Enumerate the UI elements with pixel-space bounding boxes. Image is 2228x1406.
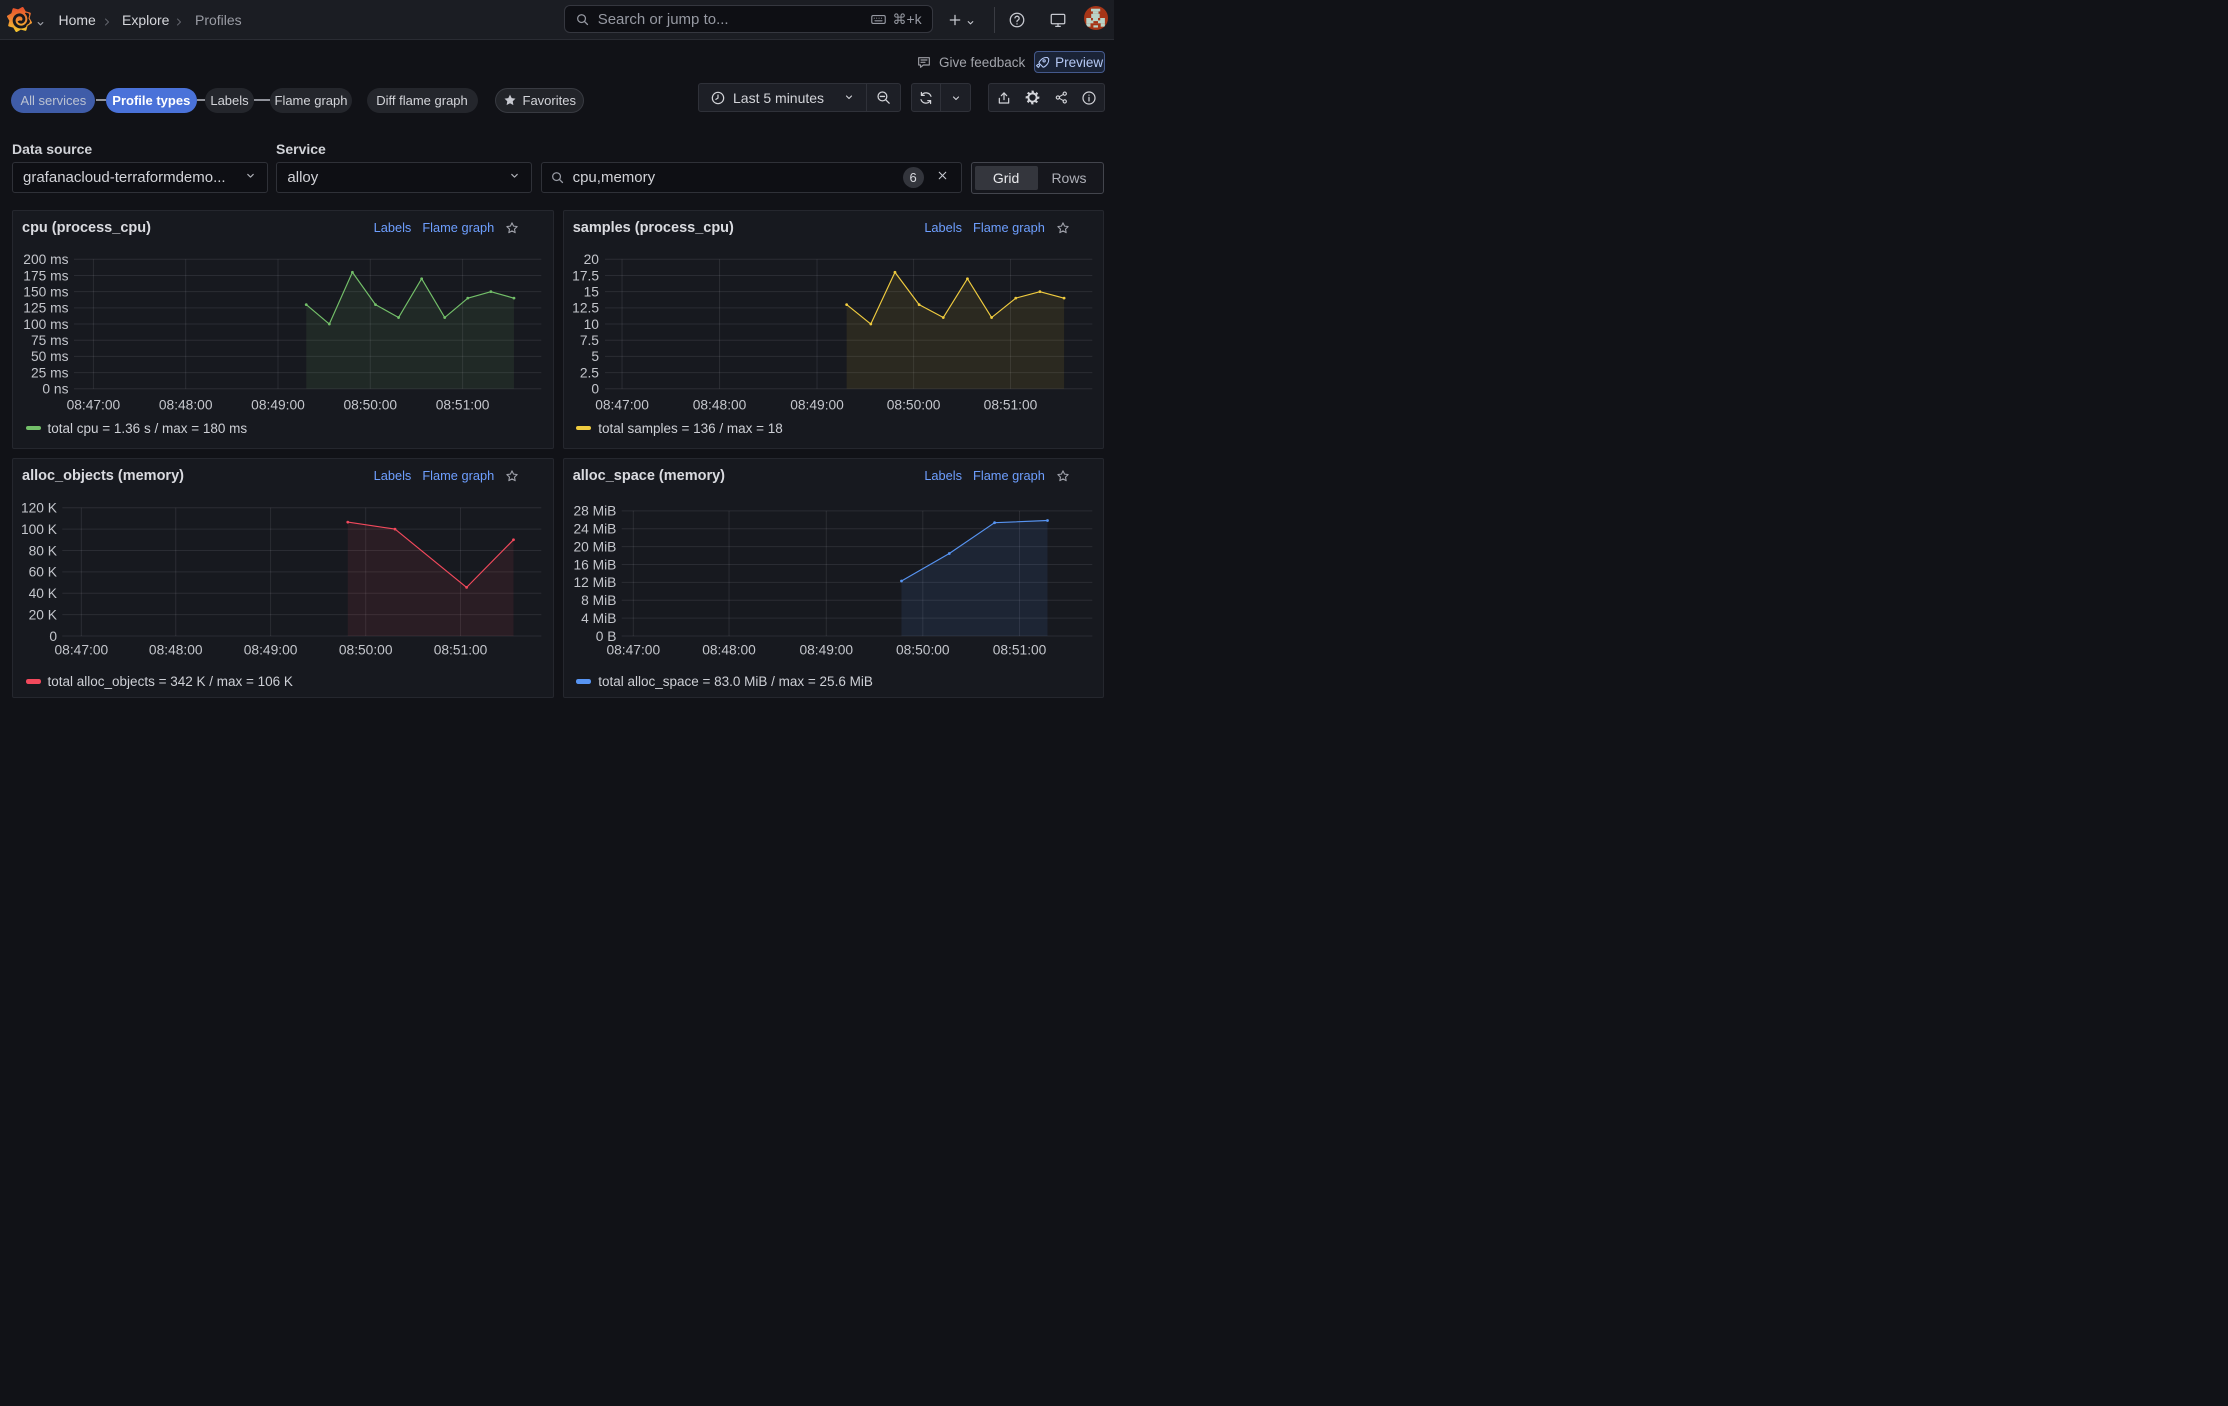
svg-text:08:47:00: 08:47:00: [67, 398, 121, 413]
svg-text:120 K: 120 K: [21, 501, 58, 516]
svg-text:20: 20: [583, 252, 599, 267]
svg-text:50 ms: 50 ms: [31, 349, 69, 364]
svg-text:7.5: 7.5: [580, 333, 599, 348]
svg-text:150 ms: 150 ms: [23, 284, 68, 299]
svg-text:24 MiB: 24 MiB: [573, 522, 616, 537]
svg-text:08:49:00: 08:49:00: [244, 643, 298, 658]
svg-text:4 MiB: 4 MiB: [581, 611, 616, 626]
svg-text:08:50:00: 08:50:00: [343, 398, 397, 413]
svg-text:12 MiB: 12 MiB: [573, 575, 616, 590]
svg-text:40 K: 40 K: [29, 586, 58, 601]
svg-text:5: 5: [591, 349, 599, 364]
svg-text:08:48:00: 08:48:00: [149, 643, 203, 658]
svg-text:20 MiB: 20 MiB: [573, 539, 616, 554]
svg-text:08:51:00: 08:51:00: [983, 398, 1037, 413]
svg-text:17.5: 17.5: [572, 268, 599, 283]
svg-text:12.5: 12.5: [572, 301, 599, 316]
svg-text:175 ms: 175 ms: [23, 268, 68, 283]
svg-text:15: 15: [583, 284, 599, 299]
svg-text:0: 0: [591, 382, 599, 397]
svg-text:08:49:00: 08:49:00: [790, 398, 844, 413]
svg-text:80 K: 80 K: [29, 543, 58, 558]
svg-text:08:47:00: 08:47:00: [595, 398, 649, 413]
svg-text:16 MiB: 16 MiB: [573, 557, 616, 572]
svg-text:2.5: 2.5: [580, 365, 599, 380]
svg-text:28 MiB: 28 MiB: [573, 504, 616, 519]
svg-text:08:51:00: 08:51:00: [436, 398, 490, 413]
svg-text:25 ms: 25 ms: [31, 365, 69, 380]
svg-text:08:49:00: 08:49:00: [799, 643, 853, 658]
svg-text:0: 0: [49, 629, 57, 644]
svg-text:08:48:00: 08:48:00: [702, 643, 756, 658]
svg-text:08:51:00: 08:51:00: [992, 643, 1046, 658]
svg-text:100 K: 100 K: [21, 522, 58, 537]
svg-text:200 ms: 200 ms: [23, 252, 68, 267]
svg-text:08:47:00: 08:47:00: [606, 643, 660, 658]
svg-text:08:48:00: 08:48:00: [159, 398, 213, 413]
svg-text:08:47:00: 08:47:00: [55, 643, 109, 658]
svg-text:100 ms: 100 ms: [23, 317, 68, 332]
svg-text:8 MiB: 8 MiB: [581, 593, 616, 608]
svg-text:75 ms: 75 ms: [31, 333, 69, 348]
svg-text:0 B: 0 B: [595, 629, 616, 644]
svg-text:08:48:00: 08:48:00: [692, 398, 746, 413]
svg-text:08:50:00: 08:50:00: [896, 643, 950, 658]
svg-text:20 K: 20 K: [29, 607, 58, 622]
svg-text:08:50:00: 08:50:00: [886, 398, 940, 413]
svg-text:0 ns: 0 ns: [42, 382, 68, 397]
svg-text:125 ms: 125 ms: [23, 301, 68, 316]
svg-text:08:49:00: 08:49:00: [251, 398, 305, 413]
svg-text:60 K: 60 K: [29, 565, 58, 580]
svg-text:08:50:00: 08:50:00: [339, 643, 393, 658]
svg-text:08:51:00: 08:51:00: [434, 643, 488, 658]
svg-text:10: 10: [583, 317, 599, 332]
